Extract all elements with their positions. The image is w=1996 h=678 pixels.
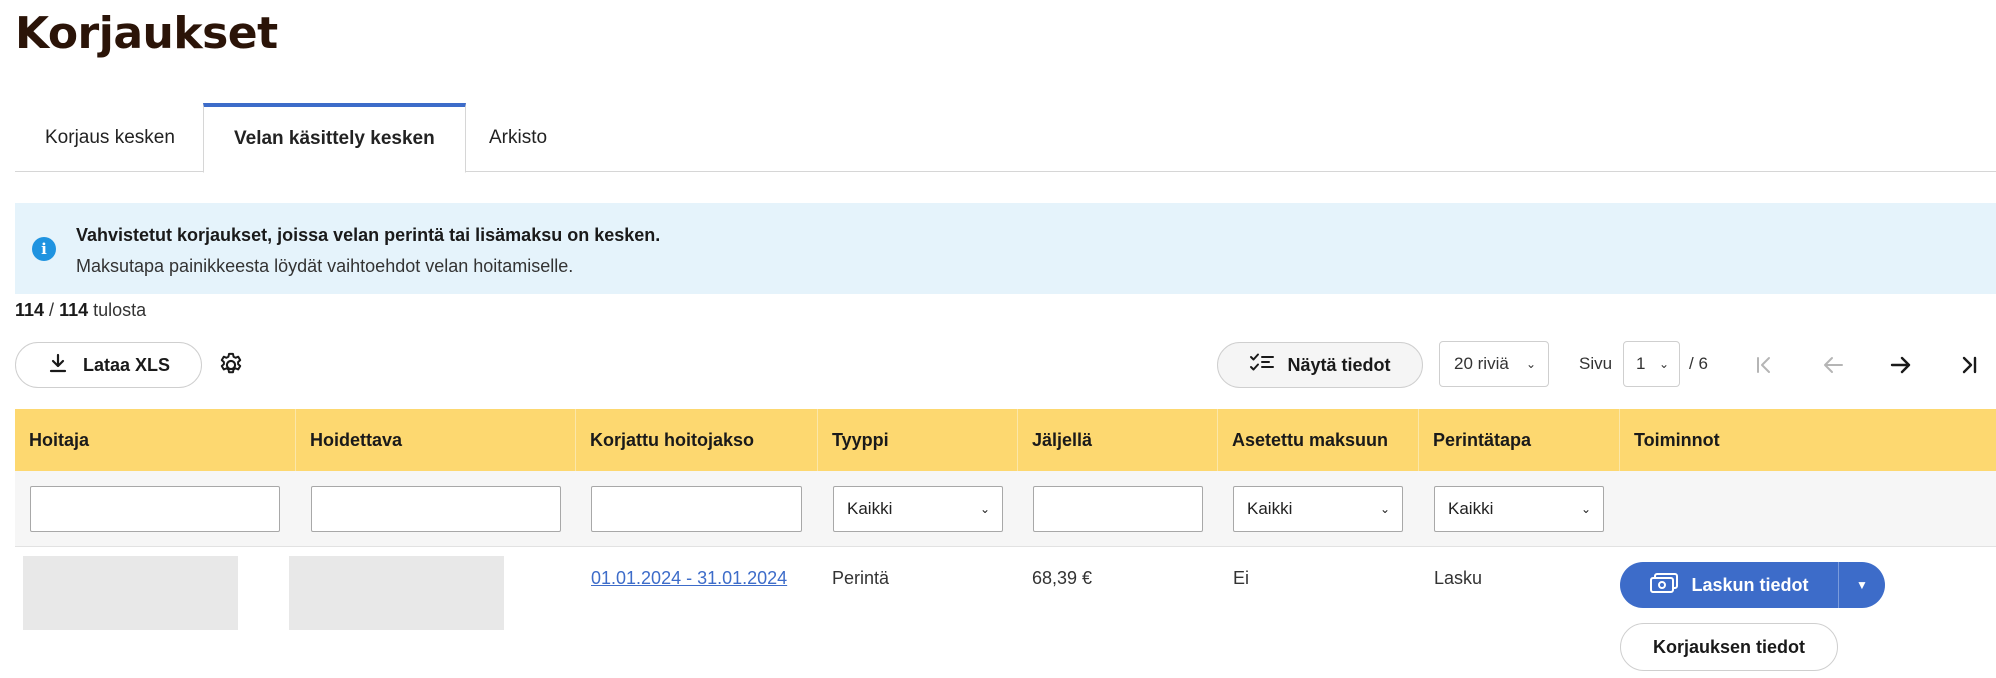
column-header-perintatapa[interactable]: Perintätapa [1419,409,1620,471]
chevron-down-icon: ⌄ [979,502,990,516]
filter-hoidettava-input[interactable] [311,486,561,532]
result-count: 114 / 114 tulosta [15,300,147,320]
chevron-down-icon: ⌄ [1525,357,1536,371]
hoitaja-placeholder [23,556,238,630]
rows-per-page-select[interactable]: 20 riviä ⌄ [1439,341,1549,387]
chevron-down-icon: ⌄ [1379,502,1390,516]
page-label: Sivu [1579,354,1613,373]
jaljella-cell: 68,39 € [1032,568,1093,588]
tab-korjaus-kesken[interactable]: Korjaus kesken [15,103,205,172]
invoice-details-label: Laskun tiedot [1691,574,1809,595]
info-text: Maksutapa painikkeesta löydät vaihtoehdo… [76,256,574,276]
perintatapa-cell: Lasku [1434,568,1483,588]
result-shown: 114 [15,300,45,320]
invoice-icon [1649,572,1679,599]
show-details-button[interactable]: Näytä tiedot [1217,342,1423,388]
next-page-icon[interactable] [1884,348,1918,382]
info-banner: i Vahvistetut korjaukset, joissa velan p… [15,203,1996,294]
column-header-hoidettava[interactable]: Hoidettava [296,409,576,471]
filter-perintatapa-value: Kaikki [1448,499,1494,518]
chevron-down-icon[interactable]: ▼ [1839,578,1885,592]
column-header-jaljella[interactable]: Jäljellä [1018,409,1218,471]
column-header-hoitaja[interactable]: Hoitaja [15,409,296,471]
filter-jaljella-input[interactable] [1033,486,1203,532]
tab-bar: Korjaus kesken Velan käsittely kesken Ar… [15,103,1996,173]
prev-page-icon[interactable] [1816,348,1850,382]
last-page-icon[interactable] [1952,348,1986,382]
invoice-details-button[interactable]: Laskun tiedot ▼ [1620,562,1885,608]
filter-perintatapa-select[interactable]: Kaikki ⌄ [1434,486,1604,532]
download-label: Lataa XLS [82,354,171,375]
filter-tyyppi-select[interactable]: Kaikki ⌄ [833,486,1003,532]
asetettu-maksuun-cell: Ei [1233,568,1250,588]
tab-arkisto[interactable]: Arkisto [459,103,577,172]
page-number-select[interactable]: 1 ⌄ [1623,341,1680,387]
invoice-details-main[interactable]: Laskun tiedot [1620,562,1839,608]
filter-row: Kaikki ⌄ Kaikki ⌄ Kaikki ⌄ [15,471,1996,547]
info-icon: i [32,237,56,261]
checklist-icon [1249,352,1275,379]
info-title: Vahvistetut korjaukset, joissa velan per… [76,225,661,245]
gear-icon[interactable] [216,350,246,380]
column-header-korjattu-hoitojakso[interactable]: Korjattu hoitojakso [576,409,818,471]
filter-hoitojakso-input[interactable] [591,486,802,532]
download-xls-button[interactable]: Lataa XLS [15,342,202,388]
page-title: Korjaukset [15,8,278,59]
download-icon [47,352,69,379]
result-suffix: tulosta [93,300,147,320]
correction-details-button[interactable]: Korjauksen tiedot [1620,623,1838,671]
column-header-toiminnot: Toiminnot [1620,409,1996,471]
filter-asetettu-maksuun-select[interactable]: Kaikki ⌄ [1233,486,1403,532]
hoidettava-placeholder [289,556,504,630]
filter-hoitaja-input[interactable] [30,486,280,532]
first-page-icon[interactable] [1747,348,1781,382]
tab-velan-kasittely-kesken[interactable]: Velan käsittely kesken [203,103,466,173]
page-total: / 6 [1689,354,1708,373]
chevron-down-icon: ⌄ [1658,357,1669,371]
rows-per-page-value: 20 riviä [1454,354,1509,373]
filter-asetettu-maksuun-value: Kaikki [1247,499,1293,518]
filter-tyyppi-value: Kaikki [847,499,893,518]
column-header-tyyppi[interactable]: Tyyppi [818,409,1018,471]
column-header-asetettu-maksuun[interactable]: Asetettu maksuun [1218,409,1419,471]
tyyppi-cell: Perintä [832,568,890,588]
show-details-label: Näytä tiedot [1287,354,1391,375]
chevron-down-icon: ⌄ [1580,502,1591,516]
result-total: 114 [59,300,89,320]
hoitojakso-link[interactable]: 01.01.2024 - 31.01.2024 [591,568,787,589]
page-number-value: 1 [1636,354,1646,373]
